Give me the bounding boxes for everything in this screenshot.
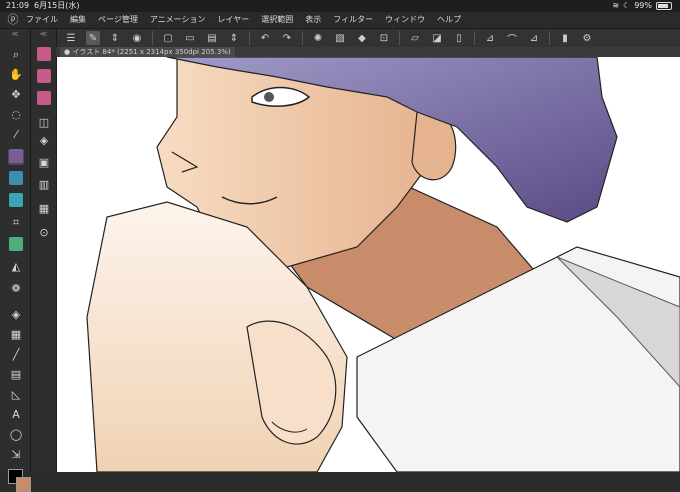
menu-view[interactable]: 表示	[305, 12, 321, 28]
eraser-icon[interactable]: ◭	[8, 259, 24, 275]
text-icon[interactable]: A	[8, 407, 24, 423]
menu-selection[interactable]: 選択範囲	[261, 12, 293, 28]
menu-filter[interactable]: フィルター	[333, 12, 373, 28]
airbrush-icon[interactable]: ⌗	[8, 215, 24, 231]
perspective-ruler-icon[interactable]: ⊿	[483, 31, 497, 45]
clear-layer-icon[interactable]: ▧	[333, 31, 347, 45]
layers-stack-icon[interactable]: ◈	[36, 133, 52, 149]
status-date: 6月15日(水)	[34, 1, 80, 10]
clip-studio-logo-icon[interactable]: ⓟ	[0, 12, 26, 28]
menu-window[interactable]: ウィンドウ	[385, 12, 425, 28]
pen-icon[interactable]	[8, 149, 24, 165]
correct-line-icon[interactable]: ⇲	[8, 447, 24, 463]
color-swatches[interactable]	[8, 469, 31, 492]
zoom-icon[interactable]: ⌕	[8, 47, 24, 63]
brush-preset-icon[interactable]	[36, 91, 52, 107]
line-icon[interactable]: ╱	[8, 347, 24, 363]
layer-mask-icon[interactable]: ▯	[452, 31, 466, 45]
moon-icon: ☾	[623, 1, 631, 10]
document-tab-bar: ● イラスト 84* (2251 x 2314px 350dpi 205.3%)	[56, 47, 680, 57]
symmetry-ruler-icon[interactable]: ⌒	[505, 31, 519, 46]
hamburger-menu-icon[interactable]: ☰	[64, 31, 78, 45]
command-bar: ☰ ✎ ⇕ ◉ ▢ ▭ ▤ ⇕ ↶ ↷ ✺ ▧ ◆ ⊡ ▱ ◪ ▯ ⊿ ⌒ ⊿ …	[56, 29, 680, 47]
move-icon[interactable]: ✥	[8, 87, 24, 103]
tool-palette: ≪ ⌕ ✋ ✥ ◌ ⁄ ⌗ ◭ ❁ ◈ ▦ ╱ ▤ ◺ A ◯ ⇲	[0, 29, 31, 492]
eyedropper-icon[interactable]: ⁄	[8, 127, 24, 143]
menu-animation[interactable]: アニメーション	[150, 12, 206, 28]
fill-bucket-icon[interactable]: ◈	[8, 307, 24, 323]
divider	[152, 31, 153, 45]
sub-view-icon[interactable]: ▦	[36, 201, 52, 217]
gradient-tool-icon[interactable]: ▦	[8, 327, 24, 343]
status-bar: 21:09 6月15日(水) ≋ ☾ 99%	[0, 0, 680, 12]
new-file-icon[interactable]: ▢	[161, 31, 175, 45]
menu-edit[interactable]: 編集	[70, 12, 86, 28]
color-wheel-icon[interactable]: ◉	[130, 31, 144, 45]
battery-icon	[656, 2, 672, 10]
status-indicators: ≋ ☾ 99%	[612, 0, 672, 12]
fill-icon[interactable]: ◆	[355, 31, 369, 45]
menu-bar: ⓟ ファイル 編集 ページ管理 アニメーション レイヤー 選択範囲 表示 フィル…	[0, 12, 680, 29]
frame-icon[interactable]: ▤	[8, 367, 24, 383]
menu-layer[interactable]: レイヤー	[218, 12, 250, 28]
illustration	[86, 57, 680, 472]
battery-percent: 99%	[634, 1, 652, 10]
lasso-icon[interactable]: ◌	[8, 107, 24, 123]
divider	[249, 31, 250, 45]
collapse-arrows-icon[interactable]: ≪	[0, 29, 30, 39]
balloon-icon[interactable]: ◯	[8, 427, 24, 443]
navigator-icon[interactable]: ▣	[36, 155, 52, 171]
deselect-icon[interactable]: ✺	[311, 31, 325, 45]
blend-icon[interactable]: ❁	[8, 281, 24, 297]
divider	[302, 31, 303, 45]
pencil-icon[interactable]	[8, 171, 24, 187]
divider	[549, 31, 550, 45]
undo-icon[interactable]: ↶	[258, 31, 272, 45]
ruler-off-icon[interactable]: ▱	[408, 31, 422, 45]
chevron-updown-icon[interactable]: ⇕	[108, 31, 122, 45]
modifier-key-icon[interactable]: ✎	[86, 31, 100, 45]
menu-file[interactable]: ファイル	[26, 12, 58, 28]
divider	[474, 31, 475, 45]
sub-color-swatch[interactable]	[16, 477, 31, 492]
hand-icon[interactable]: ✋	[8, 67, 24, 83]
brush-preset-icon[interactable]	[36, 69, 52, 85]
ruler-tool-icon[interactable]: ◺	[8, 387, 24, 403]
save-icon[interactable]: ▤	[205, 31, 219, 45]
decoration-icon[interactable]	[8, 237, 24, 253]
layers-icon[interactable]: ◫	[36, 115, 52, 131]
transform-icon[interactable]: ⊡	[377, 31, 391, 45]
divider	[399, 31, 400, 45]
gradient-icon[interactable]: ◪	[430, 31, 444, 45]
status-time: 21:09	[6, 1, 30, 10]
search-icon[interactable]: ⊙	[36, 225, 52, 241]
menu-page[interactable]: ページ管理	[98, 12, 138, 28]
wifi-icon: ≋	[612, 1, 620, 10]
collapse-arrows-icon[interactable]: ≪	[31, 29, 56, 39]
open-folder-icon[interactable]: ▭	[183, 31, 197, 45]
sub-tool-palette: ≪ ◫ ◈ ▣ ▥ ▦ ⊙	[31, 29, 57, 472]
redo-icon[interactable]: ↷	[280, 31, 294, 45]
material-icon[interactable]: ▥	[36, 177, 52, 193]
brush-icon[interactable]	[8, 193, 24, 209]
document-tab[interactable]: ● イラスト 84* (2251 x 2314px 350dpi 205.3%)	[60, 47, 235, 57]
menu-help[interactable]: ヘルプ	[437, 12, 461, 28]
settings-icon[interactable]: ⚙	[580, 31, 594, 45]
ruler-icon[interactable]: ⊿	[527, 31, 541, 45]
drawing-canvas[interactable]	[57, 57, 680, 472]
brush-preset-icon[interactable]	[36, 47, 52, 63]
document-icon[interactable]: ▮	[558, 31, 572, 45]
chevron-updown-icon[interactable]: ⇕	[227, 31, 241, 45]
